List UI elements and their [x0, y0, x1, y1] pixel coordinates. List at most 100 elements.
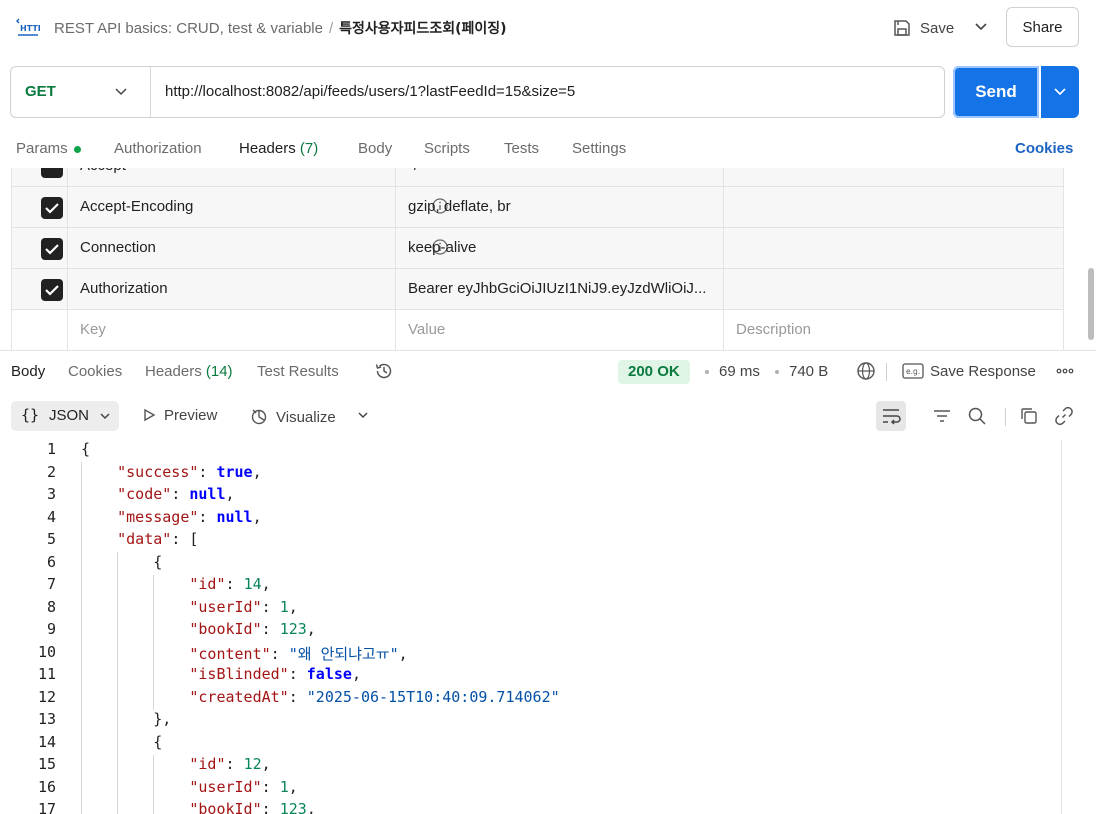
- row-checkbox[interactable]: [41, 168, 63, 178]
- save-label: Save: [920, 19, 955, 37]
- json-key: "isBlinded": [189, 665, 289, 683]
- json-key: "message": [117, 507, 199, 526]
- row-checkbox[interactable]: [41, 238, 63, 260]
- line-number: 10: [37, 642, 56, 661]
- preview-button[interactable]: Preview: [142, 407, 217, 424]
- chevron-down-icon: [1054, 88, 1066, 96]
- wrap-lines-button[interactable]: [876, 401, 906, 431]
- separator-dot: [775, 370, 779, 374]
- header-key[interactable]: Connection: [80, 239, 156, 256]
- editor-border: [1061, 440, 1062, 814]
- json-value: 1: [279, 597, 289, 616]
- share-button[interactable]: Share: [1006, 7, 1079, 47]
- description-input[interactable]: Description: [736, 321, 811, 338]
- code-line: 4 "message": null,: [0, 508, 1062, 530]
- request-url-bar: GET http://localhost:8082/api/feeds/user…: [10, 66, 945, 118]
- tab-response-cookies[interactable]: Cookies: [68, 363, 122, 380]
- response-time[interactable]: 69 ms: [719, 363, 760, 380]
- code-line: 3 "code": null,: [0, 485, 1062, 507]
- tab-headers-count: (7): [299, 140, 319, 157]
- code-line: 16 "userId": 1,: [0, 778, 1062, 800]
- json-key: "id": [189, 755, 226, 773]
- json-key: "bookId": [189, 800, 262, 814]
- tab-settings[interactable]: Settings: [572, 140, 626, 157]
- json-value: null: [189, 485, 226, 503]
- json-key: "data": [117, 530, 172, 548]
- response-body-editor[interactable]: 1{ 2 "success": true, 3 "code": null, 4 …: [0, 440, 1062, 814]
- tab-response-headers[interactable]: Headers (14): [145, 363, 233, 380]
- format-label: JSON: [49, 407, 90, 424]
- header-value[interactable]: */*: [408, 168, 424, 174]
- divider: [150, 67, 151, 117]
- tab-response-body[interactable]: Body: [11, 363, 45, 380]
- history-icon[interactable]: [374, 361, 394, 381]
- header-description[interactable]: [723, 269, 1064, 310]
- code-line: 5 "data": [: [0, 530, 1062, 552]
- line-number: 5: [46, 530, 56, 548]
- response-size[interactable]: 740 B: [789, 363, 828, 380]
- search-icon[interactable]: [967, 406, 987, 426]
- chevron-down-icon[interactable]: [113, 84, 129, 100]
- tab-scripts[interactable]: Scripts: [424, 140, 470, 157]
- save-button[interactable]: Save: [892, 14, 954, 42]
- header-key[interactable]: Accept: [80, 168, 126, 174]
- value-input[interactable]: Value: [408, 321, 445, 338]
- code-line: 13 },: [0, 710, 1062, 732]
- json-value: 1: [279, 777, 289, 796]
- json-key: "userId": [189, 597, 262, 616]
- tab-tests[interactable]: Tests: [504, 140, 539, 157]
- header-description[interactable]: [723, 168, 1064, 187]
- line-number: 1: [46, 440, 56, 458]
- key-input[interactable]: Key: [80, 321, 106, 338]
- method-select[interactable]: GET: [25, 83, 56, 100]
- tab-params[interactable]: Params: [16, 140, 81, 157]
- tab-body[interactable]: Body: [358, 140, 392, 157]
- line-content: "message": null,: [117, 507, 262, 526]
- header-key[interactable]: Accept-Encoding: [80, 198, 193, 215]
- more-icon[interactable]: [1055, 363, 1075, 379]
- json-value: 14: [243, 575, 262, 593]
- visualize-button[interactable]: Visualize: [250, 407, 336, 426]
- json-key: "createdAt": [189, 687, 289, 706]
- checkmark-icon: [45, 285, 59, 296]
- code-line: 12 "createdAt": "2025-06-15T10:40:09.714…: [0, 688, 1062, 710]
- json-key: "success": [117, 462, 199, 481]
- page-title[interactable]: 특정사용자피드조회(페이징): [339, 21, 506, 37]
- tab-response-headers-label: Headers: [145, 363, 202, 380]
- json-value: 12: [243, 755, 262, 773]
- header-value[interactable]: gzip, deflate, br: [408, 198, 511, 215]
- header-value[interactable]: Bearer eyJhbGciOiJIUzI1NiJ9.eyJzdWliOiJ.…: [408, 280, 706, 297]
- breadcrumb-parent[interactable]: REST API basics: CRUD, test & variable: [54, 20, 323, 37]
- code-line: 15 "id": 12,: [0, 755, 1062, 777]
- line-content: "userId": 1,: [189, 597, 298, 616]
- scrollbar[interactable]: [1088, 268, 1094, 340]
- status-badge[interactable]: 200 OK: [618, 360, 690, 384]
- send-button[interactable]: Send: [953, 66, 1039, 118]
- header-description[interactable]: [723, 228, 1064, 269]
- request-tabs: Params Authorization Headers (7) Body Sc…: [0, 132, 1096, 170]
- row-checkbox[interactable]: [41, 279, 63, 301]
- tab-test-results[interactable]: Test Results: [257, 363, 339, 380]
- line-content: {: [81, 440, 91, 458]
- filter-icon[interactable]: [932, 406, 952, 426]
- code-line: 6 {: [0, 553, 1062, 575]
- send-options-button[interactable]: [1041, 66, 1079, 118]
- tab-authorization[interactable]: Authorization: [114, 140, 202, 157]
- tab-headers[interactable]: Headers (7): [239, 140, 318, 157]
- divider: [1005, 408, 1006, 426]
- cookies-link[interactable]: Cookies: [1015, 140, 1073, 157]
- svg-text:HTTP: HTTP: [20, 24, 40, 33]
- chevron-down-icon[interactable]: [972, 18, 990, 36]
- globe-icon[interactable]: [856, 361, 876, 381]
- chevron-down-icon[interactable]: [356, 408, 370, 422]
- header-value[interactable]: keep-alive: [408, 239, 476, 256]
- header-key[interactable]: Authorization: [80, 280, 168, 297]
- row-checkbox[interactable]: [41, 197, 63, 219]
- link-icon[interactable]: [1054, 406, 1074, 426]
- format-select[interactable]: {} JSON: [11, 401, 119, 431]
- line-content: "userId": 1,: [189, 777, 298, 796]
- save-response-button[interactable]: Save Response: [930, 363, 1036, 380]
- url-input[interactable]: http://localhost:8082/api/feeds/users/1?…: [165, 83, 575, 100]
- copy-icon[interactable]: [1019, 406, 1039, 426]
- header-description[interactable]: [723, 187, 1064, 228]
